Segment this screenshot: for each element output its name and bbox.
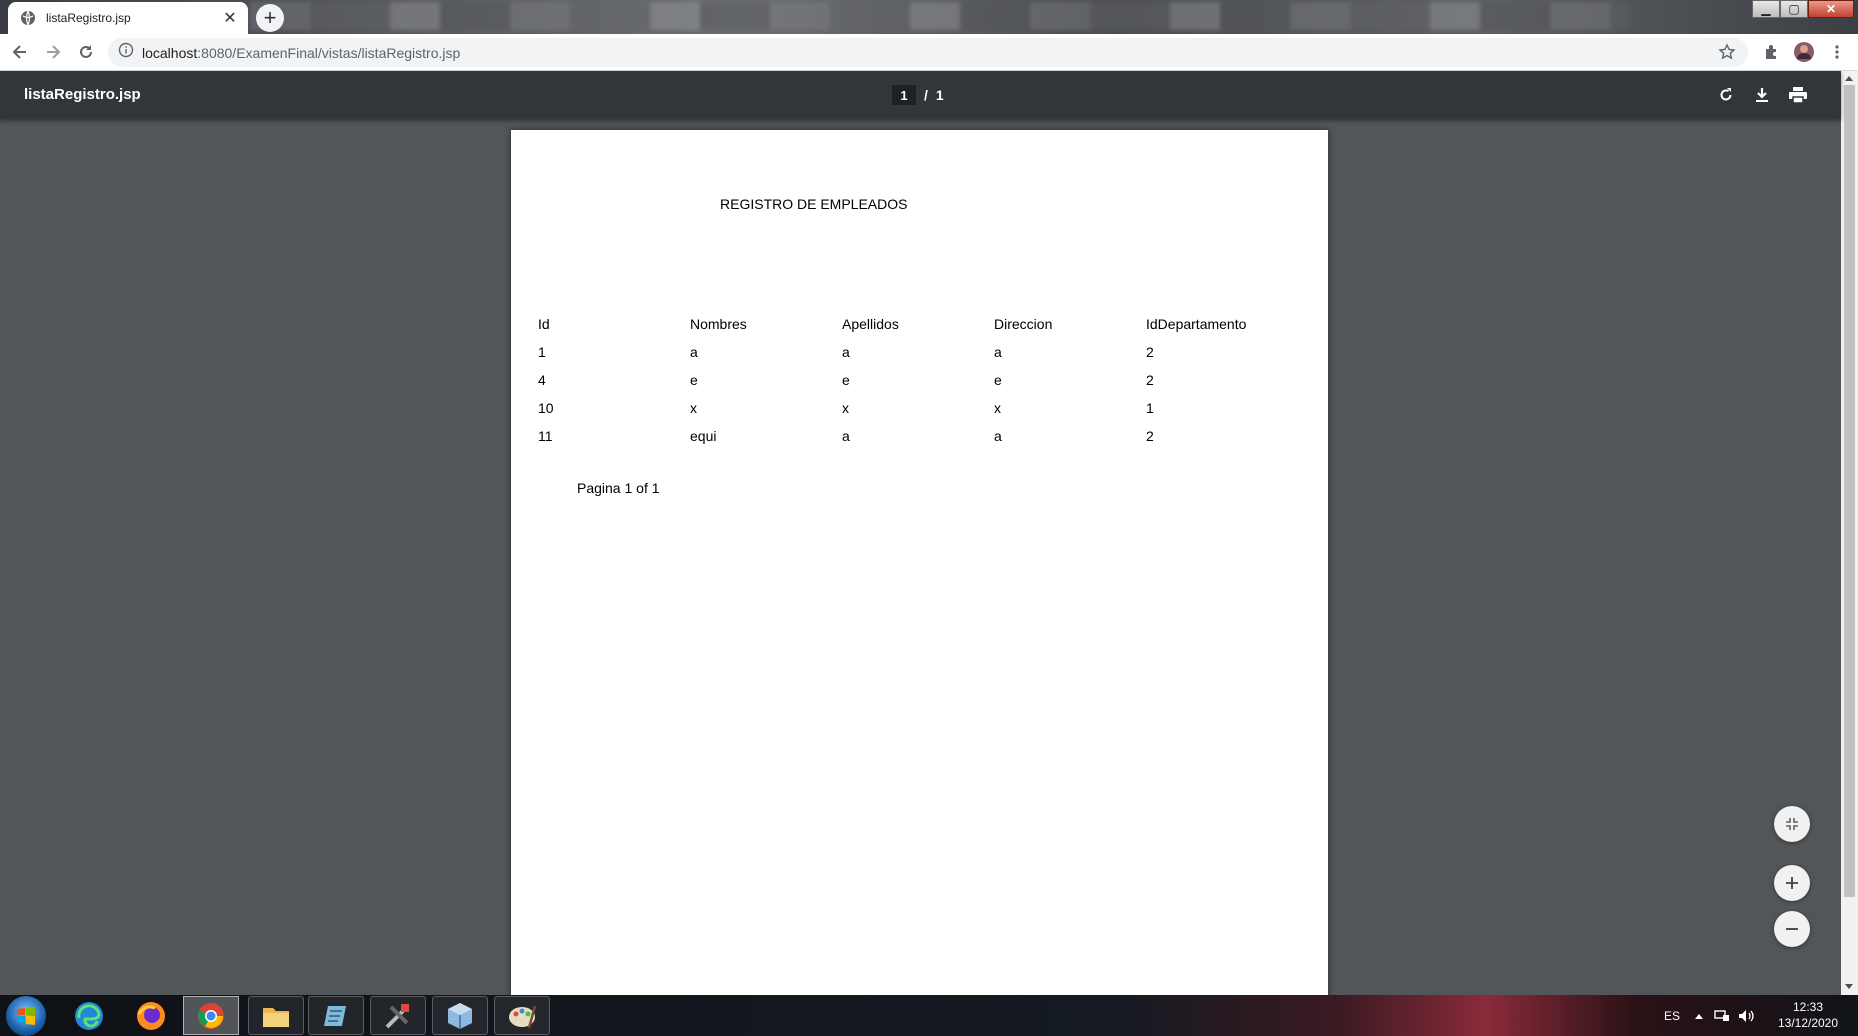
zoom-in-button[interactable] (1774, 865, 1810, 901)
clock-date: 13/12/2020 (1777, 1016, 1839, 1030)
info-icon[interactable] (118, 42, 134, 63)
table-cell: e (842, 372, 850, 388)
fit-to-page-button[interactable] (1774, 806, 1810, 842)
zoom-out-button[interactable] (1774, 911, 1810, 947)
minimize-window-button[interactable]: ▁ (1752, 0, 1780, 18)
column-header: Direccion (994, 316, 1053, 332)
table-header-row: Id Nombres Apellidos Direccion IdDeparta… (538, 310, 1298, 338)
volume-icon[interactable] (1738, 995, 1756, 1036)
table-cell: 2 (1146, 344, 1154, 360)
column-header: IdDepartamento (1146, 316, 1247, 332)
globe-icon (20, 10, 36, 26)
edge-app-icon[interactable] (63, 996, 115, 1035)
chrome-app-icon[interactable] (183, 996, 239, 1035)
column-header: Nombres (690, 316, 747, 332)
scroll-down-arrow-icon[interactable] (1845, 984, 1853, 989)
menu-icon[interactable] (1825, 40, 1849, 64)
browser-toolbar: localhost:8080/ExamenFinal/vistas/listaR… (0, 34, 1858, 71)
table-cell: 11 (538, 428, 553, 444)
network-icon[interactable] (1714, 995, 1730, 1036)
table-cell: a (842, 344, 850, 360)
print-icon[interactable] (1786, 83, 1810, 107)
table-cell: e (994, 372, 1002, 388)
table-row: 4 e e e 2 (538, 366, 1298, 394)
url-text: localhost:8080/ExamenFinal/vistas/listaR… (142, 44, 461, 61)
show-hidden-icons-icon[interactable] (1694, 995, 1704, 1036)
column-header: Id (538, 316, 550, 332)
table-cell: 2 (1146, 428, 1154, 444)
table-cell: 2 (1146, 372, 1154, 388)
table-cell: a (994, 428, 1002, 444)
employee-table: Id Nombres Apellidos Direccion IdDeparta… (538, 310, 1298, 450)
rotate-icon[interactable] (1714, 83, 1738, 107)
windows-taskbar: ES 12:33 13/12/2020 (0, 995, 1858, 1036)
paint-app-icon[interactable] (494, 996, 550, 1035)
new-tab-button[interactable]: + (256, 4, 284, 32)
table-cell: equi (690, 428, 717, 444)
table-cell: 1 (538, 344, 546, 360)
firefox-app-icon[interactable] (125, 996, 177, 1035)
tab-strip: listaRegistro.jsp ✕ + ▁ ▢ ✕ (0, 0, 1858, 34)
table-cell: a (994, 344, 1002, 360)
language-indicator[interactable]: ES (1664, 995, 1680, 1036)
vertical-scrollbar[interactable] (1841, 71, 1858, 995)
close-tab-icon[interactable]: ✕ (222, 10, 238, 27)
address-bar[interactable]: localhost:8080/ExamenFinal/vistas/listaR… (108, 38, 1748, 67)
table-cell: 4 (538, 372, 546, 388)
column-header: Apellidos (842, 316, 899, 332)
tools-app-icon[interactable] (370, 996, 426, 1035)
table-cell: a (690, 344, 698, 360)
bookmark-star-icon[interactable] (1718, 43, 1736, 66)
background-tabs (250, 2, 1630, 30)
table-cell: x (994, 400, 1001, 416)
page-selector: 1 / 1 (892, 85, 944, 105)
table-cell: 10 (538, 400, 554, 416)
total-pages: 1 (935, 87, 944, 103)
tab-active[interactable]: listaRegistro.jsp ✕ (8, 2, 248, 34)
page-footer: Pagina 1 of 1 (577, 480, 660, 496)
text-editor-app-icon[interactable] (308, 996, 364, 1035)
table-row: 10 x x x 1 (538, 394, 1298, 422)
start-orb[interactable] (6, 996, 46, 1036)
report-heading: REGISTRO DE EMPLEADOS (720, 196, 908, 212)
page-separator: / (924, 87, 928, 103)
download-icon[interactable] (1750, 83, 1774, 107)
extensions-icon[interactable] (1760, 40, 1784, 64)
scrollbar-thumb[interactable] (1844, 85, 1855, 897)
forward-icon[interactable] (41, 40, 65, 64)
pdf-toolbar: listaRegistro.jsp 1 / 1 (0, 71, 1841, 119)
system-clock[interactable]: 12:33 13/12/2020 (1768, 999, 1848, 1031)
pdf-document-title: listaRegistro.jsp (24, 86, 141, 103)
table-cell: x (690, 400, 697, 416)
back-icon[interactable] (8, 40, 32, 64)
pdf-page: REGISTRO DE EMPLEADOS Id Nombres Apellid… (511, 130, 1328, 1030)
table-row: 1 a a a 2 (538, 338, 1298, 366)
maximize-window-button[interactable]: ▢ (1780, 0, 1808, 18)
table-cell: x (842, 400, 849, 416)
tab-title: listaRegistro.jsp (46, 11, 131, 25)
clock-time: 12:33 (1792, 1000, 1824, 1014)
profile-avatar[interactable] (1792, 40, 1816, 64)
table-cell: e (690, 372, 698, 388)
table-cell: 1 (1146, 400, 1154, 416)
virtualbox-app-icon[interactable] (432, 996, 488, 1035)
reload-icon[interactable] (74, 40, 98, 64)
table-row: 11 equi a a 2 (538, 422, 1298, 450)
scroll-up-arrow-icon[interactable] (1845, 76, 1853, 81)
page-number-input[interactable]: 1 (892, 85, 916, 105)
file-explorer-app-icon[interactable] (248, 996, 304, 1035)
close-window-button[interactable]: ✕ (1808, 0, 1854, 18)
table-cell: a (842, 428, 850, 444)
